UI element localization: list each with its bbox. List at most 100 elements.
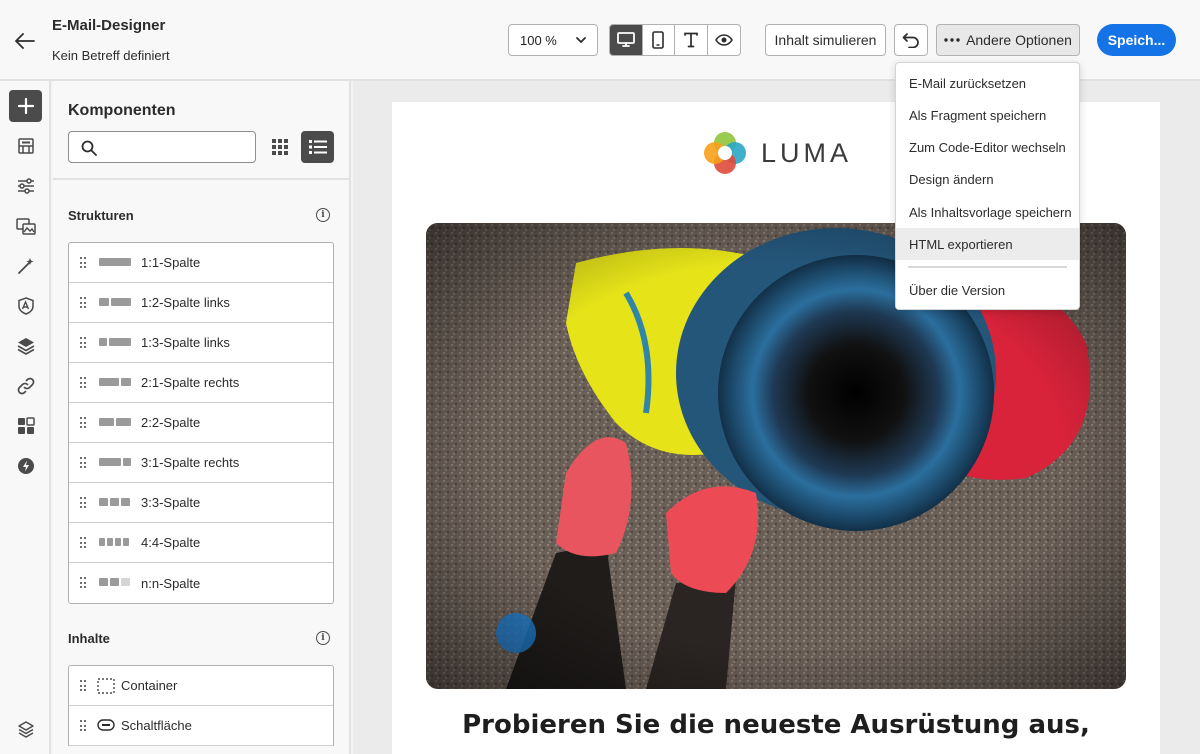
structure-label: 1:1-Spalte — [141, 255, 201, 270]
fragment-icon — [17, 138, 34, 154]
desktop-view-button[interactable] — [610, 25, 643, 55]
apps-icon — [17, 417, 35, 434]
luma-flower-icon — [704, 132, 746, 174]
structure-row[interactable]: 1:3-Spalte links — [69, 323, 333, 363]
menu-item-save-template[interactable]: Als Inhaltsvorlage speichern — [896, 196, 1079, 228]
content-row[interactable]: Container — [69, 666, 333, 706]
drag-handle-icon — [80, 720, 86, 731]
rail-settings[interactable] — [9, 170, 42, 202]
stack-icon — [17, 721, 34, 738]
save-button[interactable]: Speich... — [1097, 24, 1176, 56]
button-icon — [97, 719, 115, 731]
contents-list: Container Schaltfläche — [68, 665, 334, 746]
rail-widgets[interactable] — [9, 410, 42, 442]
plus-icon — [17, 98, 34, 114]
structure-row[interactable]: 3:3-Spalte — [69, 483, 333, 523]
zoom-select[interactable]: 100 % — [508, 24, 598, 56]
list-view-toggle[interactable] — [301, 131, 334, 163]
images-icon — [15, 218, 36, 235]
menu-item-save-fragment[interactable]: Als Fragment speichern — [896, 99, 1079, 131]
more-options-button[interactable]: Andere Optionen — [936, 24, 1080, 56]
mobile-icon — [652, 31, 665, 49]
undo-icon — [902, 33, 919, 48]
preview-button[interactable] — [708, 25, 740, 55]
rail-components[interactable] — [9, 90, 42, 122]
mobile-view-button[interactable] — [643, 25, 675, 55]
column-layout-icon — [99, 378, 131, 386]
column-layout-icon — [99, 418, 131, 426]
more-icon — [944, 38, 960, 42]
eye-icon — [714, 34, 733, 46]
rail-stack[interactable] — [9, 713, 42, 745]
email-headline[interactable]: Probieren Sie die neueste Ausrüstung aus… — [392, 710, 1160, 740]
rail-assets[interactable] — [9, 210, 42, 242]
structure-row[interactable]: 2:2-Spalte — [69, 403, 333, 443]
menu-item-about[interactable]: Über die Version — [896, 274, 1079, 306]
drag-handle-icon — [80, 377, 86, 388]
drag-handle-icon — [80, 537, 86, 548]
menu-divider — [908, 266, 1067, 269]
menu-item-export-html[interactable]: HTML exportieren — [896, 228, 1079, 261]
menu-item-reset[interactable]: E-Mail zurücksetzen — [896, 67, 1079, 99]
menu-item-code-editor[interactable]: Zum Code-Editor wechseln — [896, 132, 1079, 164]
simulate-content-button[interactable]: Inhalt simulieren — [765, 24, 886, 56]
layers-icon — [17, 338, 34, 355]
left-rail — [0, 81, 51, 754]
structure-label: 2:2-Spalte — [141, 415, 201, 430]
more-options-menu: E-Mail zurücksetzen Als Fragment speiche… — [895, 62, 1080, 310]
rail-layers[interactable] — [9, 330, 42, 362]
column-layout-icon — [99, 578, 130, 586]
rail-fragments[interactable] — [9, 130, 42, 162]
rail-ai[interactable] — [9, 250, 42, 282]
subject-line: Kein Betreff definiert — [52, 48, 170, 63]
rail-brand[interactable] — [9, 290, 42, 322]
drag-handle-icon — [80, 497, 86, 508]
info-icon[interactable]: i — [316, 208, 330, 222]
panel-divider — [53, 178, 349, 180]
structure-row[interactable]: 2:1-Spalte rechts — [69, 363, 333, 403]
arrow-left-icon — [15, 33, 35, 49]
rail-links[interactable] — [9, 370, 42, 402]
structure-row[interactable]: n:n-Spalte — [69, 563, 333, 603]
grid-icon — [272, 139, 288, 155]
structure-label: n:n-Spalte — [141, 575, 201, 591]
sliders-icon — [17, 178, 34, 194]
desktop-icon — [616, 32, 635, 47]
components-panel: Komponenten Strukturen i 1:1-Spalte 1:2-… — [53, 81, 351, 754]
structure-row[interactable]: 3:1-Spalte rechts — [69, 443, 333, 483]
structure-label: 1:3-Spalte links — [141, 335, 230, 350]
info-icon[interactable]: i — [316, 631, 330, 645]
content-row[interactable]: Schaltfläche — [69, 706, 333, 746]
view-mode-group — [609, 24, 741, 56]
column-layout-icon — [99, 298, 131, 306]
structure-label: 1:2-Spalte links — [141, 295, 230, 310]
lightning-icon — [17, 458, 34, 474]
text-icon — [683, 32, 698, 48]
zoom-value: 100 % — [520, 32, 557, 48]
text-view-button[interactable] — [675, 25, 708, 55]
brand-shield-icon — [17, 297, 34, 315]
logo-text: LUMA — [761, 137, 853, 168]
drag-handle-icon — [80, 680, 86, 691]
luma-logo: LUMA — [703, 131, 852, 175]
structure-label: 4:4-Spalte — [141, 535, 201, 550]
search-input[interactable] — [105, 137, 251, 157]
undo-button[interactable] — [894, 24, 928, 56]
drag-handle-icon — [80, 337, 86, 348]
drag-handle-icon — [80, 577, 86, 588]
link-icon — [17, 377, 34, 395]
column-layout-icon — [99, 258, 131, 266]
structure-label: 3:1-Spalte rechts — [141, 455, 240, 470]
structure-row[interactable]: 1:2-Spalte links — [69, 283, 333, 323]
grid-view-toggle[interactable] — [264, 131, 296, 163]
panel-title: Komponenten — [68, 102, 176, 119]
rail-dynamic[interactable] — [9, 450, 42, 482]
structures-list: 1:1-Spalte 1:2-Spalte links 1:3-Spalte l… — [68, 242, 334, 604]
content-label: Schaltfläche — [121, 718, 192, 733]
back-button[interactable] — [12, 28, 38, 54]
structure-row[interactable]: 4:4-Spalte — [69, 523, 333, 563]
drag-handle-icon — [80, 297, 86, 308]
menu-item-change-design[interactable]: Design ändern — [896, 164, 1079, 196]
structure-row[interactable]: 1:1-Spalte — [69, 243, 333, 283]
component-search[interactable] — [68, 131, 256, 163]
